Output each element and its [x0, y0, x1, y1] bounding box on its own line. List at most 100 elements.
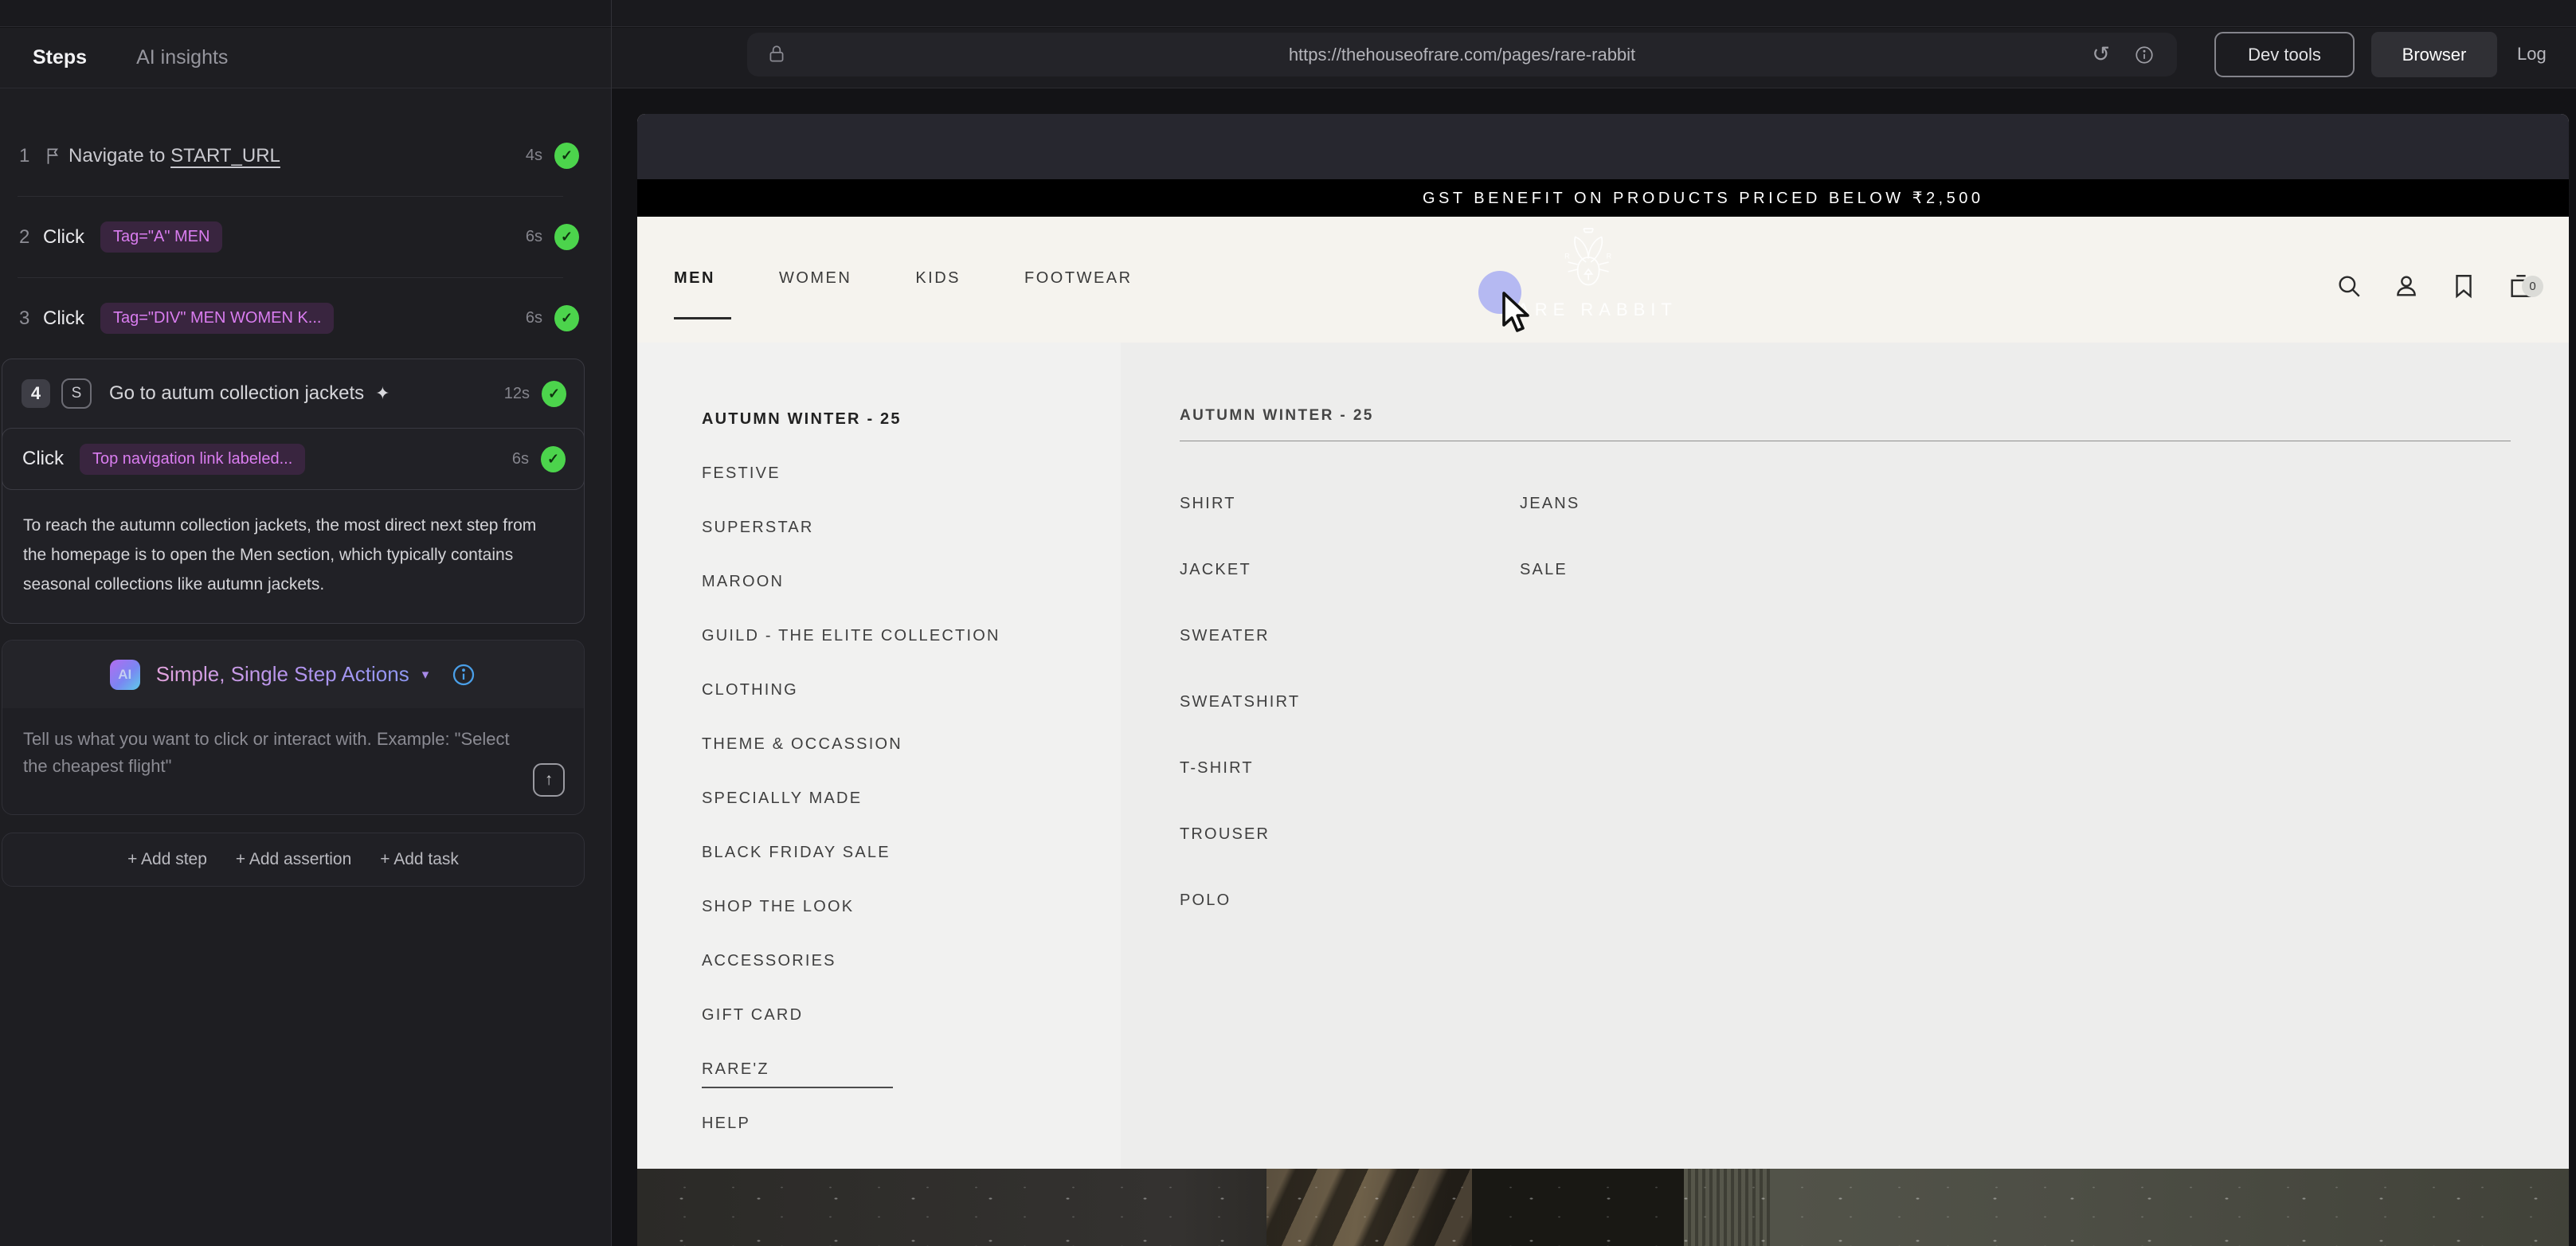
- step-row-1[interactable]: 1 Navigate to START_URL 4s ✓: [0, 116, 611, 196]
- menu-item-black-friday-sale[interactable]: BLACK FRIDAY SALE: [637, 825, 1121, 880]
- tab-steps[interactable]: Steps: [33, 46, 87, 69]
- success-check-icon: ✓: [554, 305, 579, 331]
- submenu-item-jeans[interactable]: JEANS: [1520, 471, 1580, 537]
- submenu-column-1: SHIRT JACKET SWEATER SWEATSHIRT T-SHIRT …: [1180, 471, 1300, 934]
- submenu-item-tshirt[interactable]: T-SHIRT: [1180, 735, 1300, 801]
- nav-active-underline: [674, 317, 731, 319]
- submenu-item-sweater[interactable]: SWEATER: [1180, 603, 1300, 669]
- refresh-icon[interactable]: ↺: [2092, 42, 2110, 67]
- dev-tools-button[interactable]: Dev tools: [2214, 32, 2355, 77]
- selector-badge: Tag="A" MEN: [100, 221, 222, 253]
- menu-item-help[interactable]: HELP: [637, 1096, 1121, 1150]
- submit-prompt-button[interactable]: ↑: [533, 763, 565, 797]
- flag-icon: [43, 146, 64, 167]
- cart-icon-wrap[interactable]: 0: [2507, 272, 2535, 300]
- menu-item-clothing[interactable]: CLOTHING: [637, 663, 1121, 717]
- menu-item-specially-made[interactable]: SPECIALLY MADE: [637, 771, 1121, 825]
- start-url-link[interactable]: START_URL: [170, 145, 280, 167]
- submenu-item-jacket[interactable]: JACKET: [1180, 537, 1300, 603]
- announcement-text: GST BENEFIT ON PRODUCTS PRICED BELOW ₹2,…: [1423, 179, 1984, 217]
- add-step-button[interactable]: + Add step: [127, 850, 207, 869]
- step-action: Navigate to START_URL: [69, 145, 280, 167]
- browser-viewport: GST BENEFIT ON PRODUCTS PRICED BELOW ₹2,…: [637, 114, 2569, 1246]
- chevron-down-icon[interactable]: ▾: [422, 667, 429, 683]
- add-actions-bar: + Add step + Add assertion + Add task: [2, 833, 585, 887]
- ai-badge-icon: AI: [110, 660, 140, 690]
- ai-sparkle-icon: ✦: [375, 383, 390, 404]
- search-icon[interactable]: [2335, 272, 2363, 300]
- menu-item-accessories[interactable]: ACCESSORIES: [637, 934, 1121, 988]
- selector-badge: Top navigation link labeled...: [80, 444, 305, 475]
- menu-item-maroon[interactable]: MAROON: [637, 554, 1121, 609]
- page-info-icon[interactable]: [2134, 45, 2155, 65]
- submenu-item-sweatshirt[interactable]: SWEATSHIRT: [1180, 669, 1300, 735]
- account-icon[interactable]: [2393, 272, 2420, 300]
- success-check-icon: ✓: [554, 143, 579, 169]
- submenu-item-polo[interactable]: POLO: [1180, 868, 1300, 934]
- step-row-4[interactable]: 4 S Go to autum collection jackets ✦ 12s…: [2, 359, 584, 428]
- menu-hover-underline: [702, 1087, 893, 1088]
- steps-sidebar: Steps AI insights 1 Navigate to START_UR…: [0, 28, 611, 1246]
- submenu-item-trouser[interactable]: TROUSER: [1180, 801, 1300, 868]
- rabbit-logo-icon: R R: [1550, 221, 1627, 298]
- mega-menu-categories: AUTUMN WINTER - 25 FESTIVE SUPERSTAR MAR…: [637, 343, 1121, 1169]
- add-assertion-button[interactable]: + Add assertion: [236, 850, 351, 869]
- add-task-button[interactable]: + Add task: [380, 850, 459, 869]
- step-action: Click: [43, 308, 84, 330]
- svg-text:R: R: [1564, 253, 1570, 261]
- url-text[interactable]: https://thehouseofrare.com/pages/rare-ra…: [747, 33, 2177, 76]
- step-row-2[interactable]: 2 Click Tag="A" MEN 6s ✓: [0, 197, 611, 277]
- hero-image: [637, 1169, 2569, 1246]
- menu-item-superstar[interactable]: SUPERSTAR: [637, 500, 1121, 554]
- menu-item-guild[interactable]: GUILD - THE ELITE COLLECTION: [637, 609, 1121, 663]
- menu-item-autumn-winter[interactable]: AUTUMN WINTER - 25: [637, 392, 1121, 446]
- step-row-3[interactable]: 3 Click Tag="DIV" MEN WOMEN K... 6s ✓: [0, 278, 611, 359]
- success-check-icon: ✓: [554, 224, 579, 250]
- nav-footwear[interactable]: FOOTWEAR: [1024, 269, 1133, 288]
- step-duration: 6s: [512, 450, 529, 468]
- mega-menu-subpanel: AUTUMN WINTER - 25 SHIRT JACKET SWEATER …: [1121, 343, 2569, 1169]
- header-icons: 0: [2335, 272, 2535, 300]
- menu-item-theme-occassion[interactable]: THEME & OCCASSION: [637, 717, 1121, 771]
- menu-item-rarez[interactable]: RARE'Z: [637, 1042, 1121, 1096]
- sidebar-tabs: Steps AI insights: [0, 28, 611, 88]
- ai-prompt-input[interactable]: [2, 708, 584, 814]
- tab-browser[interactable]: Browser: [2371, 32, 2497, 77]
- url-bar[interactable]: https://thehouseofrare.com/pages/rare-ra…: [747, 33, 2177, 76]
- tab-ai-insights[interactable]: AI insights: [136, 46, 228, 69]
- ai-prompt-area: ↑: [2, 708, 584, 814]
- nav-men[interactable]: MEN: [674, 269, 715, 288]
- app-root: Steps AI insights 1 Navigate to START_UR…: [0, 0, 2576, 1246]
- site-header: MEN WOMEN KIDS FOOTWEAR R R RAR: [637, 217, 2569, 343]
- menu-item-festive[interactable]: FESTIVE: [637, 446, 1121, 500]
- menu-item-shop-the-look[interactable]: SHOP THE LOOK: [637, 880, 1121, 934]
- tab-log[interactable]: Log: [2517, 28, 2547, 80]
- window-top-strip: [0, 0, 2576, 27]
- svg-text:R: R: [1606, 253, 1611, 261]
- steps-list: 1 Navigate to START_URL 4s ✓ 2 Click Tag…: [0, 88, 611, 887]
- nav-kids[interactable]: KIDS: [915, 269, 961, 288]
- ai-reasoning-note: To reach the autumn collection jackets, …: [2, 490, 584, 623]
- wishlist-bookmark-icon[interactable]: [2450, 272, 2477, 300]
- step-duration: 4s: [526, 147, 542, 165]
- step-action: Click: [43, 226, 84, 249]
- announcement-banner: GST BENEFIT ON PRODUCTS PRICED BELOW ₹2,…: [637, 179, 2569, 217]
- cart-count-badge: 0: [2522, 276, 2543, 297]
- substep-row[interactable]: Click Top navigation link labeled... 6s …: [2, 429, 584, 489]
- ai-panel-header[interactable]: AI Simple, Single Step Actions ▾: [2, 641, 584, 708]
- submenu-heading: AUTUMN WINTER - 25: [1180, 407, 1374, 425]
- submenu-item-sale[interactable]: SALE: [1520, 537, 1580, 603]
- sidebar-divider: [611, 0, 612, 1246]
- submenu-item-shirt[interactable]: SHIRT: [1180, 471, 1300, 537]
- step-number: 2: [19, 226, 43, 249]
- info-icon[interactable]: [451, 662, 476, 688]
- mega-menu: AUTUMN WINTER - 25 FESTIVE SUPERSTAR MAR…: [637, 343, 2569, 1169]
- ai-action-panel: AI Simple, Single Step Actions ▾ ↑: [2, 640, 585, 815]
- menu-item-gift-card[interactable]: GIFT CARD: [637, 988, 1121, 1042]
- task-title: Go to autum collection jackets: [109, 382, 364, 405]
- page-top-band: [637, 114, 2569, 179]
- url-bar-icons: ↺: [2092, 33, 2155, 76]
- mouse-cursor-icon: [1497, 290, 1539, 335]
- nav-women[interactable]: WOMEN: [779, 269, 851, 288]
- selector-badge: Tag="DIV" MEN WOMEN K...: [100, 303, 334, 334]
